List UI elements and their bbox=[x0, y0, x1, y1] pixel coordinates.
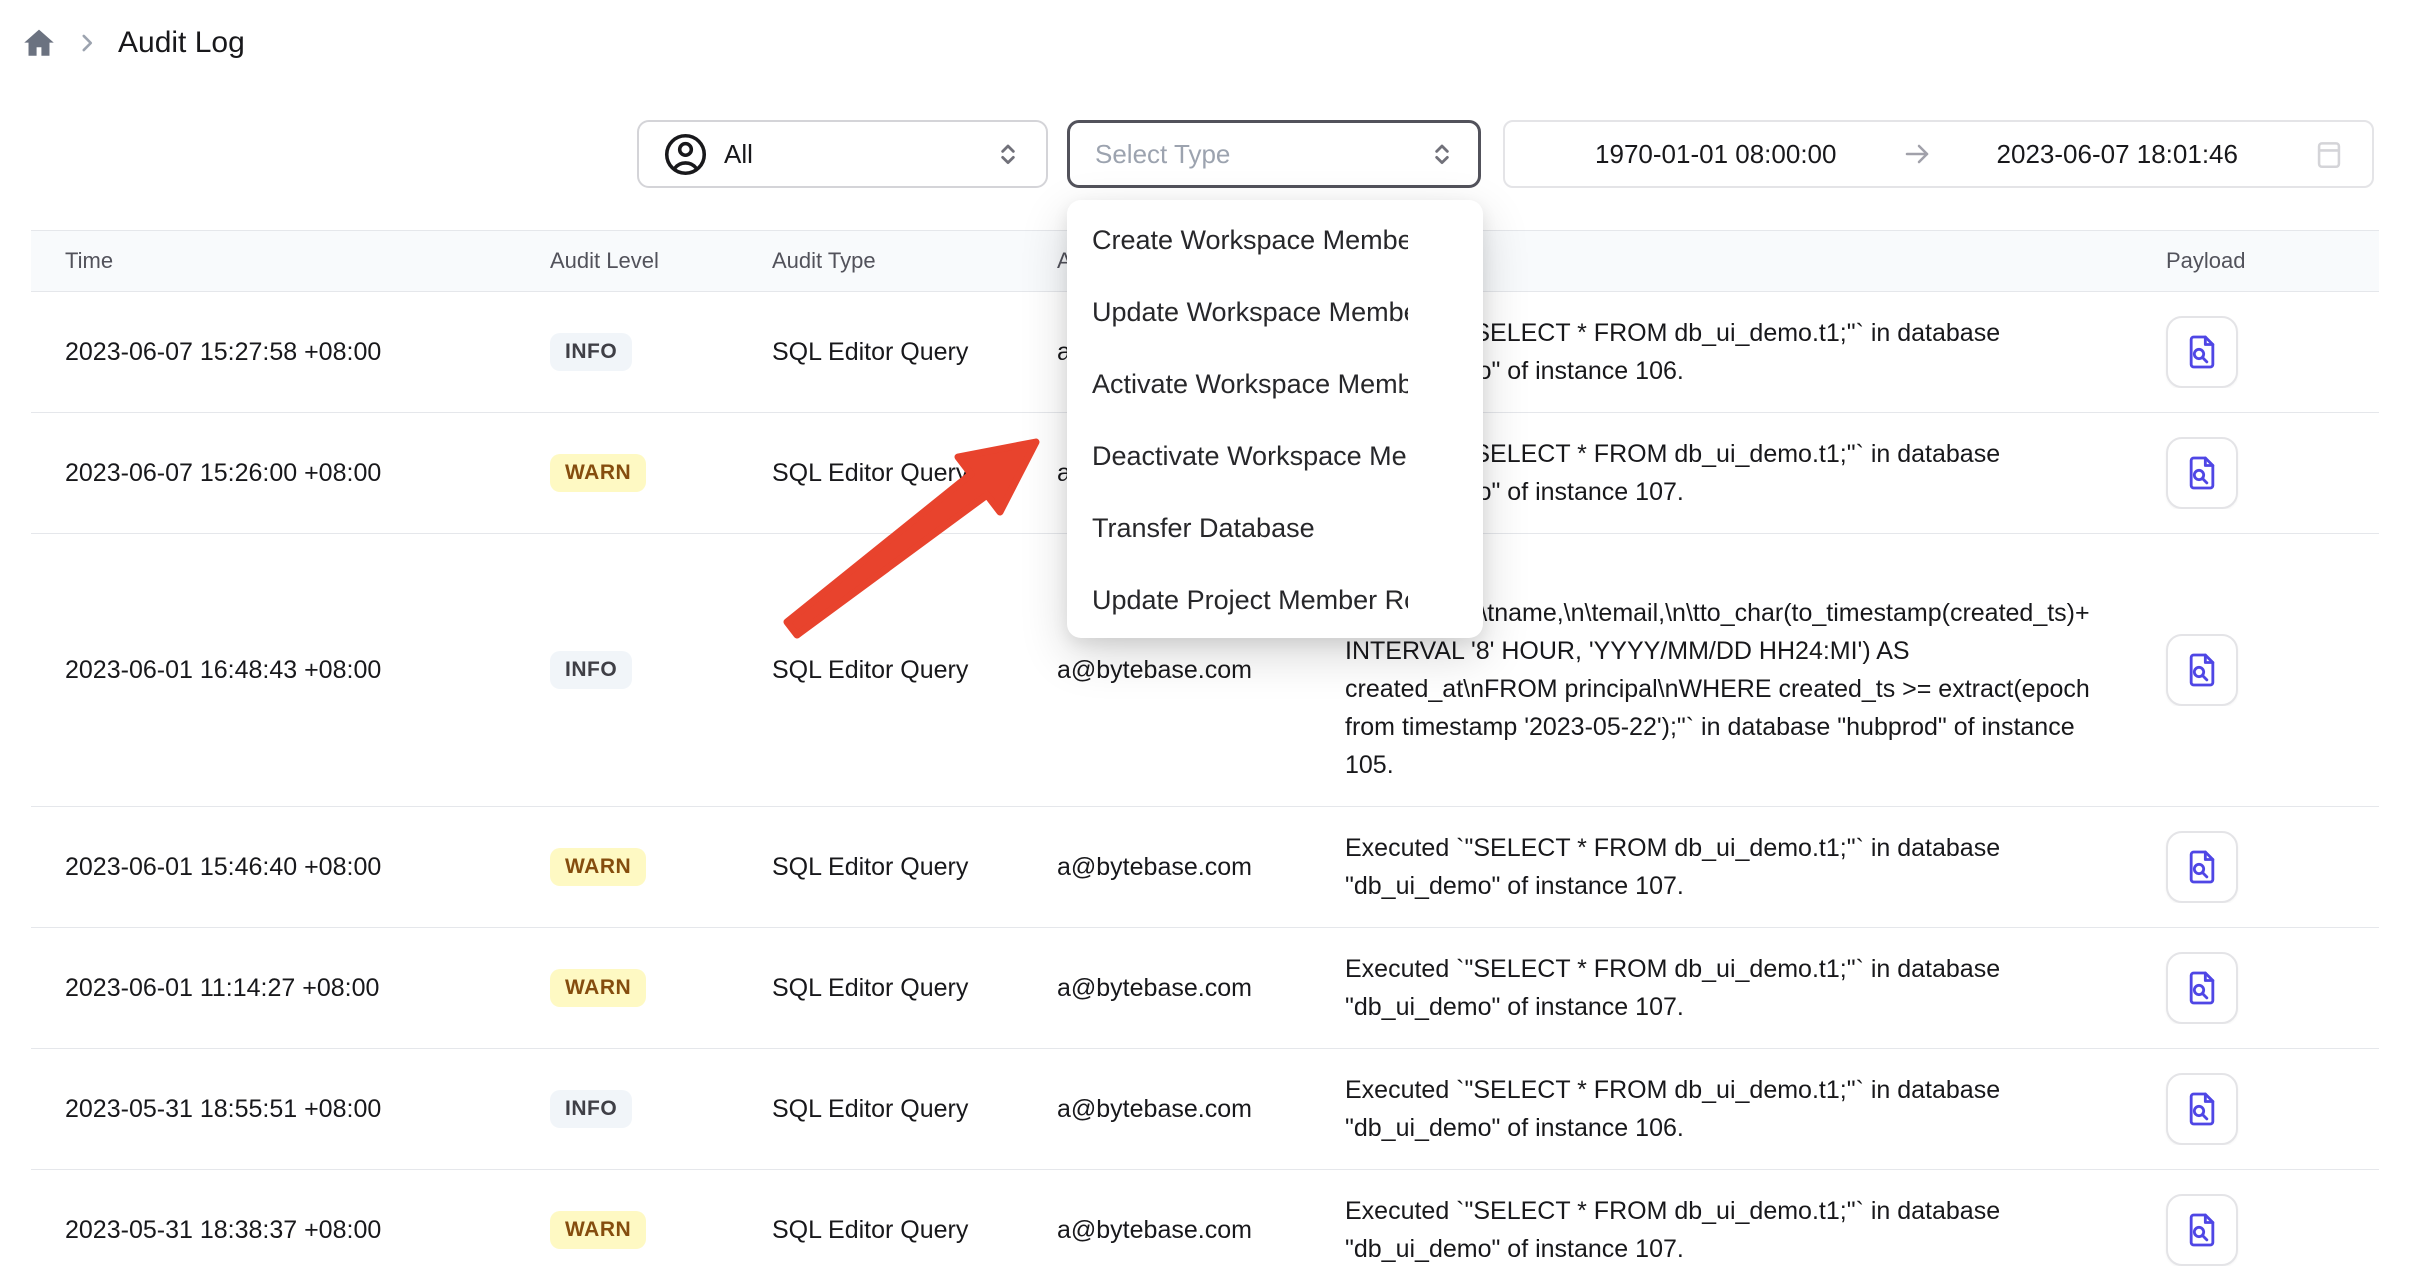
file-search-icon bbox=[2182, 650, 2222, 690]
person-circle-icon bbox=[663, 132, 708, 177]
row-level: INFO bbox=[550, 333, 772, 371]
home-icon[interactable] bbox=[22, 26, 56, 60]
chevron-right-icon bbox=[74, 30, 100, 56]
level-badge: WARN bbox=[550, 454, 646, 492]
chevrons-up-down-icon bbox=[1426, 138, 1458, 170]
dropdown-option-transfer-database[interactable]: Transfer Database bbox=[1067, 492, 1483, 564]
level-badge: WARN bbox=[550, 1211, 646, 1249]
row-level: WARN bbox=[550, 454, 772, 492]
date-range-end[interactable]: 2023-06-07 18:01:46 bbox=[1933, 139, 2303, 170]
row-level: WARN bbox=[550, 1211, 772, 1249]
col-header-audit-level: Audit Level bbox=[550, 248, 772, 274]
table-row: 2023-05-31 18:38:37 +08:00 WARN SQL Edit… bbox=[31, 1170, 2379, 1268]
row-time: 2023-06-01 15:46:40 +08:00 bbox=[31, 853, 550, 882]
arrow-right-icon bbox=[1901, 138, 1933, 170]
row-audit-type: SQL Editor Query bbox=[772, 1095, 1057, 1124]
row-actor: a@bytebase.com bbox=[1057, 1216, 1345, 1245]
row-time: 2023-06-01 16:48:43 +08:00 bbox=[31, 656, 550, 685]
row-time: 2023-06-07 15:27:58 +08:00 bbox=[31, 338, 550, 367]
row-audit-type: SQL Editor Query bbox=[772, 1216, 1057, 1245]
row-audit-type: SQL Editor Query bbox=[772, 974, 1057, 1003]
row-time: 2023-05-31 18:38:37 +08:00 bbox=[31, 1216, 550, 1245]
row-payload bbox=[2158, 1073, 2379, 1145]
calendar-icon[interactable] bbox=[2312, 137, 2346, 171]
view-payload-button[interactable] bbox=[2166, 831, 2238, 903]
dropdown-option-activate-workspace-member[interactable]: Activate Workspace Member bbox=[1067, 348, 1483, 420]
level-badge: INFO bbox=[550, 651, 632, 689]
row-actor: a@bytebase.com bbox=[1057, 974, 1345, 1003]
level-badge: WARN bbox=[550, 969, 646, 1007]
file-search-icon bbox=[2182, 847, 2222, 887]
table-row: 2023-05-31 18:55:51 +08:00 INFO SQL Edit… bbox=[31, 1049, 2379, 1170]
table-row: 2023-06-01 11:14:27 +08:00 WARN SQL Edit… bbox=[31, 928, 2379, 1049]
row-actor: a@bytebase.com bbox=[1057, 853, 1345, 882]
view-payload-button[interactable] bbox=[2166, 1073, 2238, 1145]
level-badge: INFO bbox=[550, 1090, 632, 1128]
date-range-start[interactable]: 1970-01-01 08:00:00 bbox=[1531, 139, 1901, 170]
row-payload bbox=[2158, 634, 2379, 706]
row-time: 2023-06-07 15:26:00 +08:00 bbox=[31, 459, 550, 488]
dropdown-option-create-workspace-member[interactable]: Create Workspace Member bbox=[1067, 204, 1483, 276]
type-filter-placeholder: Select Type bbox=[1095, 139, 1426, 170]
type-filter-select[interactable]: Select Type bbox=[1067, 120, 1481, 188]
view-payload-button[interactable] bbox=[2166, 634, 2238, 706]
level-badge: WARN bbox=[550, 848, 646, 886]
row-level: INFO bbox=[550, 651, 772, 689]
type-dropdown-menu: Create Workspace Member Update Workspace… bbox=[1067, 200, 1483, 638]
file-search-icon bbox=[2182, 332, 2222, 372]
row-time: 2023-06-01 11:14:27 +08:00 bbox=[31, 974, 550, 1003]
row-payload bbox=[2158, 952, 2379, 1024]
chevrons-up-down-icon bbox=[992, 138, 1024, 170]
file-search-icon bbox=[2182, 1089, 2222, 1129]
row-actor: a@bytebase.com bbox=[1057, 656, 1345, 685]
row-audit-type: SQL Editor Query bbox=[772, 656, 1057, 685]
view-payload-button[interactable] bbox=[2166, 437, 2238, 509]
view-payload-button[interactable] bbox=[2166, 316, 2238, 388]
row-audit-type: SQL Editor Query bbox=[772, 338, 1057, 367]
dropdown-option-deactivate-workspace-member[interactable]: Deactivate Workspace Member bbox=[1067, 420, 1483, 492]
dropdown-option-update-project-member[interactable]: Update Project Member Role bbox=[1067, 564, 1483, 636]
row-comment: Executed `"SELECT * FROM db_ui_demo.t1;"… bbox=[1345, 1049, 2158, 1169]
row-audit-type: SQL Editor Query bbox=[772, 459, 1057, 488]
row-payload bbox=[2158, 316, 2379, 388]
row-actor: a@bytebase.com bbox=[1057, 1095, 1345, 1124]
row-payload bbox=[2158, 1194, 2379, 1266]
file-search-icon bbox=[2182, 1210, 2222, 1250]
page-title: Audit Log bbox=[118, 26, 245, 60]
row-comment: Executed `"SELECT * FROM db_ui_demo.t1;"… bbox=[1345, 1170, 2158, 1268]
audit-log-page: Audit Log All Select Type 1970-01-01 08:… bbox=[0, 0, 2410, 1268]
row-comment: Executed `"SELECT * FROM db_ui_demo.t1;"… bbox=[1345, 928, 2158, 1048]
view-payload-button[interactable] bbox=[2166, 952, 2238, 1024]
date-range-picker[interactable]: 1970-01-01 08:00:00 2023-06-07 18:01:46 bbox=[1503, 120, 2374, 188]
table-row: 2023-06-01 15:46:40 +08:00 WARN SQL Edit… bbox=[31, 807, 2379, 928]
breadcrumb: Audit Log bbox=[22, 26, 245, 60]
col-header-payload: Payload bbox=[2158, 248, 2379, 274]
col-header-time: Time bbox=[31, 248, 550, 274]
row-level: INFO bbox=[550, 1090, 772, 1128]
col-header-audit-type: Audit Type bbox=[772, 248, 1057, 274]
level-badge: INFO bbox=[550, 333, 632, 371]
row-time: 2023-05-31 18:55:51 +08:00 bbox=[31, 1095, 550, 1124]
row-level: WARN bbox=[550, 969, 772, 1007]
file-search-icon bbox=[2182, 968, 2222, 1008]
file-search-icon bbox=[2182, 453, 2222, 493]
row-audit-type: SQL Editor Query bbox=[772, 853, 1057, 882]
row-level: WARN bbox=[550, 848, 772, 886]
view-payload-button[interactable] bbox=[2166, 1194, 2238, 1266]
row-payload bbox=[2158, 831, 2379, 903]
row-payload bbox=[2158, 437, 2379, 509]
actor-filter-value: All bbox=[724, 139, 992, 170]
dropdown-option-update-workspace-member[interactable]: Update Workspace Member bbox=[1067, 276, 1483, 348]
actor-filter-select[interactable]: All bbox=[637, 120, 1048, 188]
row-comment: Executed `"SELECT * FROM db_ui_demo.t1;"… bbox=[1345, 807, 2158, 927]
